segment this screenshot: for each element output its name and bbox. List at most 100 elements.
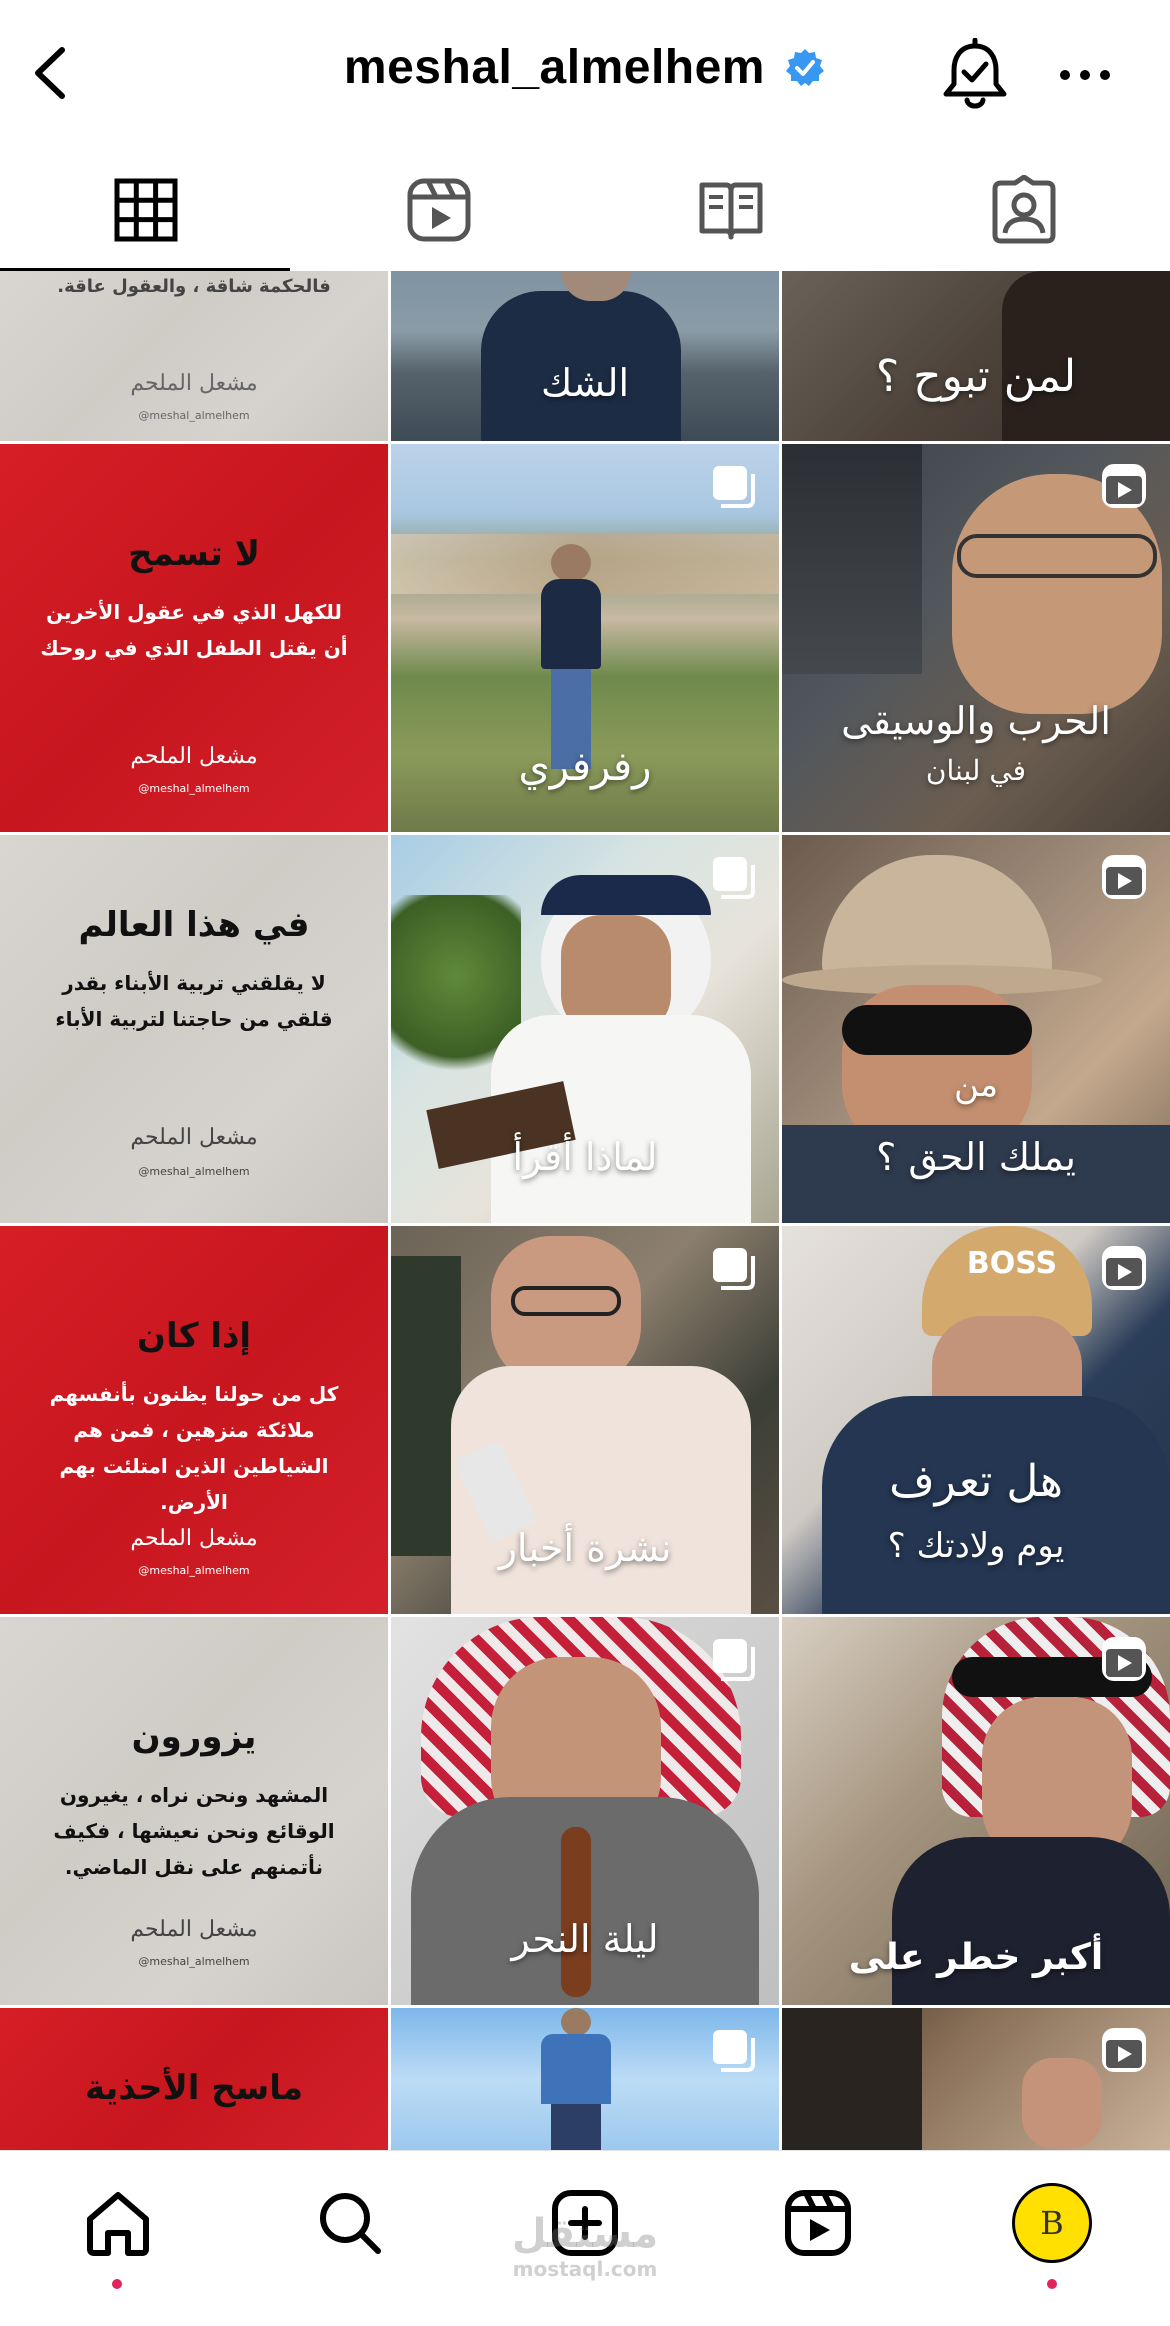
tab-tagged[interactable] xyxy=(878,150,1170,270)
post-handle: @meshal_almelhem xyxy=(138,1165,250,1178)
post-caption: لمن تبوح ؟ xyxy=(875,351,1077,402)
post-signature: مشعل الملحم xyxy=(130,371,258,396)
watermark-arabic: مستقل xyxy=(511,2211,659,2257)
post-caption: هل تعرف xyxy=(889,1456,1063,1507)
post-tile[interactable]: فالحكمة شاقة ، والعقول عاقة. مشعل الملحم… xyxy=(0,271,388,441)
post-tile[interactable]: نشرة أخبار xyxy=(391,1226,779,1614)
post-quote-title: ماسح الأحذية xyxy=(84,2068,304,2108)
post-quote-title: في هذا العالم xyxy=(78,905,310,945)
post-signature: مشعل الملحم xyxy=(130,1526,258,1551)
home-icon xyxy=(87,2192,149,2256)
post-tile[interactable]: الحرب والوسيقى في لبنان xyxy=(782,444,1170,832)
post-quote-title: إذا كان xyxy=(136,1316,252,1356)
grid-icon xyxy=(114,178,178,242)
profile-notification-dot xyxy=(1047,2279,1057,2289)
home-active-dot xyxy=(112,2279,122,2289)
multiple-posts-icon xyxy=(713,857,755,899)
post-tile[interactable]: الشك xyxy=(391,271,779,441)
glasses xyxy=(511,1286,621,1316)
tab-guides[interactable] xyxy=(585,150,878,270)
more-options-button[interactable] xyxy=(1055,50,1115,100)
post-quote-text: المشهد ونحن نراه ، يغيرون الوقائع ونحن ن… xyxy=(53,1783,335,1879)
nav-reels[interactable] xyxy=(778,2183,858,2263)
post-handle: @meshal_almelhem xyxy=(138,409,250,422)
post-handle: @meshal_almelhem xyxy=(138,1955,250,1968)
reel-icon xyxy=(1102,2028,1146,2072)
post-tile[interactable] xyxy=(391,2008,779,2151)
nav-home[interactable] xyxy=(78,2183,158,2263)
post-tile[interactable]: رفرفري xyxy=(391,444,779,832)
person-face xyxy=(1022,2058,1102,2148)
tagged-person-icon xyxy=(992,175,1056,244)
reel-icon xyxy=(1102,464,1146,508)
search-icon xyxy=(320,2193,381,2254)
post-tile[interactable]: أكبر خطر على xyxy=(782,1617,1170,2005)
post-caption: نشرة أخبار xyxy=(498,1526,672,1570)
headband xyxy=(541,875,711,915)
multiple-posts-icon xyxy=(713,466,755,508)
person-shirt xyxy=(541,2034,611,2104)
person-trousers xyxy=(551,2104,601,2151)
glasses xyxy=(957,534,1157,578)
post-caption-line2: في لبنان xyxy=(925,754,1027,787)
profile-header: meshal_almelhem xyxy=(0,0,1170,150)
reels-icon xyxy=(785,2190,851,2256)
reels-icon xyxy=(407,178,471,242)
post-caption-line2: يملك الحق ؟ xyxy=(876,1135,1076,1179)
post-tile[interactable]: من يملك الحق ؟ xyxy=(782,835,1170,1223)
posts-grid: فالحكمة شاقة ، والعقول عاقة. مشعل الملحم… xyxy=(0,271,1170,2151)
post-tile[interactable]: لمن تبوح ؟ xyxy=(782,271,1170,441)
reel-icon xyxy=(1102,855,1146,899)
post-quote-text: كل من حولنا يظنون بأنفسهم ملائكة منزهين … xyxy=(49,1382,339,1514)
tab-posts-grid[interactable] xyxy=(0,150,293,270)
radio-equipment xyxy=(782,444,922,674)
watermark: مستقل mostaql.com xyxy=(500,2211,670,2281)
person-jacket xyxy=(541,579,601,669)
post-tile[interactable]: يزورون المشهد ونحن نراه ، يغيرون الوقائع… xyxy=(0,1617,388,2005)
person-figure xyxy=(782,2008,922,2151)
guide-book-icon xyxy=(699,182,763,240)
nav-profile[interactable]: B xyxy=(1012,2183,1092,2263)
username: meshal_almelhem xyxy=(343,41,765,94)
notifications-button[interactable] xyxy=(940,37,1010,114)
post-tile[interactable]: لماذا أقرأ xyxy=(391,835,779,1223)
person-head xyxy=(551,544,591,582)
prayer-beads xyxy=(561,1827,591,1997)
more-horizontal-icon xyxy=(1060,70,1110,80)
post-tile[interactable]: لا تسمح للكهل الذي في عقول الأخرين أن يق… xyxy=(0,444,388,832)
post-quote-title: لا تسمح xyxy=(128,534,260,574)
cap-logo: BOSS xyxy=(966,1246,1058,1281)
reel-icon xyxy=(1102,1246,1146,1290)
post-tile[interactable]: ليلة النحر xyxy=(391,1617,779,2005)
post-tile[interactable]: ماسح الأحذية xyxy=(0,2008,388,2151)
post-caption: لماذا أقرأ xyxy=(512,1135,658,1179)
bottom-navigation: B مستقل mostaql.com xyxy=(0,2150,1170,2326)
shirt xyxy=(892,1837,1170,2005)
verified-badge-icon xyxy=(786,48,825,86)
post-caption: ليلة النحر xyxy=(511,1917,659,1961)
watermark-url: mostaql.com xyxy=(512,2257,658,2281)
post-caption: رفرفري xyxy=(518,744,652,790)
sunglasses xyxy=(842,1005,1032,1055)
post-caption-line2: يوم ولادتك ؟ xyxy=(887,1526,1065,1566)
bell-check-icon xyxy=(943,37,1007,109)
post-handle: @meshal_almelhem xyxy=(138,1564,250,1577)
post-caption: من xyxy=(953,1065,999,1105)
post-tile[interactable]: BOSS هل تعرف يوم ولادتك ؟ xyxy=(782,1226,1170,1614)
profile-tabs xyxy=(0,150,1170,270)
post-quote-title: يزورون xyxy=(131,1717,257,1757)
post-tile[interactable]: في هذا العالم لا يقلقني تربية الأبناء بق… xyxy=(0,835,388,1223)
post-quote-text: لا يقلقني تربية الأبناء بقدر قلقي من حاج… xyxy=(55,971,333,1031)
post-signature: مشعل الملحم xyxy=(130,1125,258,1150)
post-signature: مشعل الملحم xyxy=(130,1917,258,1942)
post-quote-text: فالحكمة شاقة ، والعقول عاقة. xyxy=(57,276,331,297)
tab-reels[interactable] xyxy=(293,150,586,270)
nav-search[interactable] xyxy=(310,2183,390,2263)
post-tile[interactable]: إذا كان كل من حولنا يظنون بأنفسهم ملائكة… xyxy=(0,1226,388,1614)
multiple-posts-icon xyxy=(713,1248,755,1290)
multiple-posts-icon xyxy=(713,1639,755,1681)
post-handle: @meshal_almelhem xyxy=(138,782,250,795)
post-quote-text: للكهل الذي في عقول الأخرين أن يقتل الطفل… xyxy=(40,600,348,660)
post-tile[interactable] xyxy=(782,2008,1170,2151)
reel-icon xyxy=(1102,1637,1146,1681)
